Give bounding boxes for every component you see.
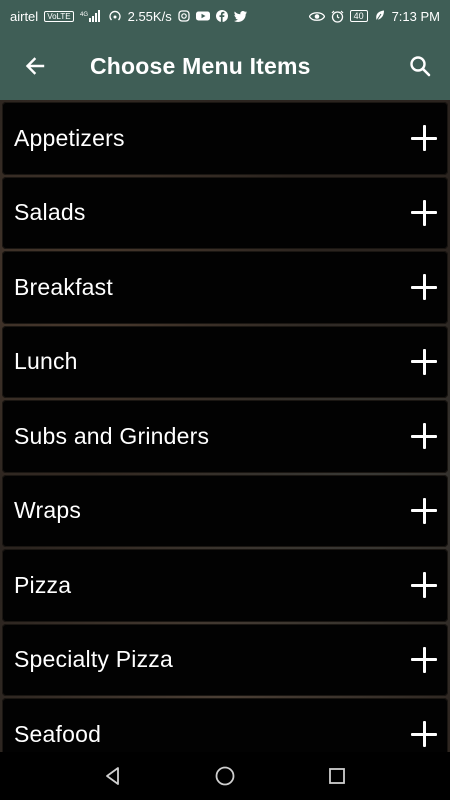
arrow-left-icon (25, 57, 45, 75)
plus-icon[interactable] (408, 346, 440, 378)
leaf-icon (374, 10, 386, 23)
menu-item-label: Specialty Pizza (14, 646, 173, 673)
menu-list: Appetizers Salads Breakfast Lunch Subs a… (0, 100, 450, 752)
menu-item-label: Appetizers (14, 124, 125, 151)
battery-icon: 40 (349, 10, 368, 22)
plus-icon[interactable] (408, 495, 440, 527)
triangle-back-icon (106, 767, 119, 785)
menu-item-label: Pizza (14, 571, 72, 598)
square-recents-icon (329, 768, 345, 784)
menu-item-salads[interactable]: Salads (2, 176, 448, 249)
page-title: Choose Menu Items (90, 52, 311, 79)
menu-list-container[interactable]: Appetizers Salads Breakfast Lunch Subs a… (0, 100, 450, 752)
data-speed-label: 2.55K/s (127, 8, 172, 24)
circle-home-icon (215, 766, 235, 786)
search-icon (410, 56, 431, 77)
youtube-icon (195, 10, 210, 23)
menu-item-specialty-pizza[interactable]: Specialty Pizza (2, 623, 448, 696)
menu-item-wraps[interactable]: Wraps (2, 474, 448, 547)
plus-icon[interactable] (408, 271, 440, 303)
plus-icon[interactable] (408, 122, 440, 154)
menu-item-pizza[interactable]: Pizza (2, 549, 448, 622)
twitter-icon (233, 10, 247, 23)
clock-label: 7:13 PM (391, 8, 440, 24)
facebook-icon (215, 10, 228, 23)
plus-icon[interactable] (408, 420, 440, 452)
instagram-icon (178, 10, 190, 23)
back-button[interactable] (0, 32, 70, 100)
nav-recents-button[interactable] (317, 756, 357, 796)
eye-icon (308, 10, 325, 23)
status-left: airtel VoLTE 4G 2.55K/s (10, 9, 247, 24)
plus-icon[interactable] (408, 644, 440, 676)
menu-item-subs-and-grinders[interactable]: Subs and Grinders (2, 400, 448, 473)
menu-item-seafood[interactable]: Seafood (2, 698, 448, 752)
menu-item-label: Subs and Grinders (14, 422, 210, 449)
signal-icon: 4G (80, 10, 102, 23)
navigation-bar (0, 752, 450, 800)
plus-icon[interactable] (408, 569, 440, 601)
app-bar: Choose Menu Items (0, 32, 450, 100)
volte-icon: VoLTE (44, 10, 74, 22)
status-right: 40 7:13 PM (308, 8, 440, 24)
status-bar: airtel VoLTE 4G 2.55K/s 40 7:13 PM (0, 0, 450, 32)
plus-icon[interactable] (408, 197, 440, 229)
menu-item-lunch[interactable]: Lunch (2, 325, 448, 398)
menu-item-label: Seafood (14, 720, 102, 747)
menu-item-label: Breakfast (14, 273, 113, 300)
carrier-label: airtel (10, 8, 39, 24)
menu-item-breakfast[interactable]: Breakfast (2, 251, 448, 324)
nav-back-button[interactable] (93, 756, 133, 796)
network-type-label: 4G (80, 12, 88, 18)
menu-item-label: Salads (14, 199, 86, 226)
search-button[interactable] (390, 32, 450, 100)
nav-home-button[interactable] (205, 756, 245, 796)
menu-item-appetizers[interactable]: Appetizers (2, 102, 448, 175)
plus-icon[interactable] (408, 718, 440, 750)
alarm-icon (331, 10, 344, 23)
hotspot-icon (108, 10, 122, 23)
menu-item-label: Lunch (14, 348, 78, 375)
menu-item-label: Wraps (14, 497, 82, 524)
